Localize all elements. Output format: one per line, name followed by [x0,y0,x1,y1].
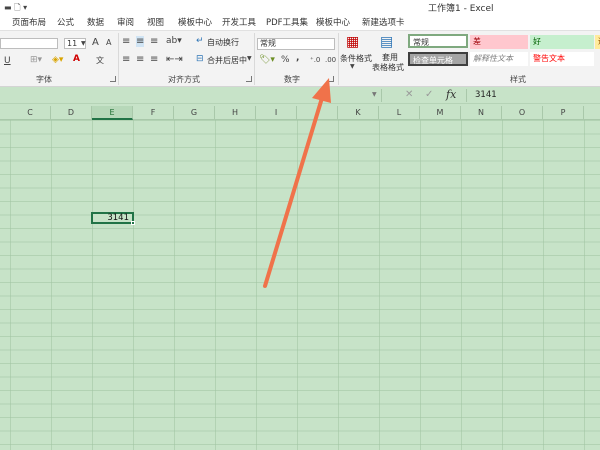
arrow-shaft [263,96,324,288]
annotation-arrow [263,78,331,288]
arrow-head [312,78,331,103]
